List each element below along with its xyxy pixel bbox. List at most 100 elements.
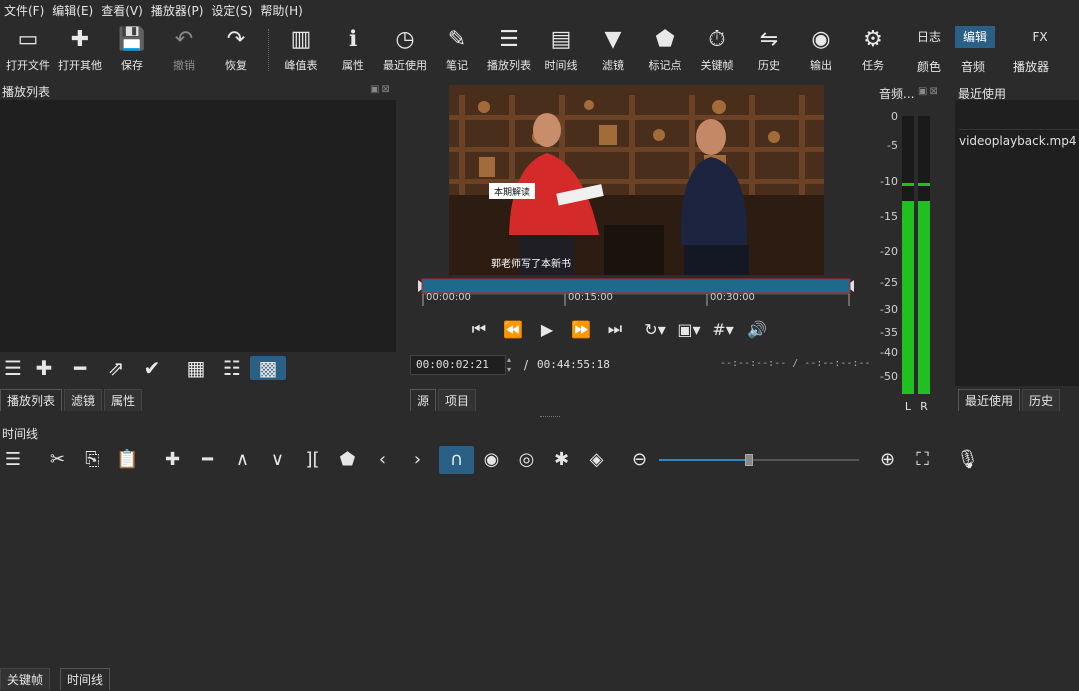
paste-icon[interactable]: 📋: [110, 446, 145, 474]
layout-log-button[interactable]: 日志: [907, 26, 951, 48]
video-subtitle: 郭老师写了本新书: [491, 257, 571, 270]
layout-player-button[interactable]: 播放器: [1001, 56, 1061, 78]
toolbar-button-peak-meter[interactable]: ▥ 峰值表: [275, 22, 327, 78]
append-icon[interactable]: ✚: [155, 446, 190, 474]
layout-edit-button[interactable]: 编辑: [955, 26, 995, 48]
export-icon: ◉: [811, 27, 831, 52]
layout-color-button[interactable]: 颜色: [907, 56, 951, 78]
tab-recent[interactable]: 最近使用: [958, 389, 1021, 411]
snap-icon[interactable]: ∩: [439, 446, 474, 474]
menu-item-0[interactable]: 文件(F): [0, 0, 48, 22]
splitter-handle[interactable]: [540, 416, 560, 419]
toolbar-label: 最近使用: [383, 59, 427, 72]
playlist-dock-buttons[interactable]: ▣⊠: [370, 84, 392, 95]
skip-previous-icon[interactable]: ⏮: [462, 319, 496, 339]
grid-icon[interactable]: #▾: [706, 320, 740, 339]
zoom-slider[interactable]: [657, 446, 862, 474]
toolbar-button-jobs[interactable]: ⚙ 任务: [847, 22, 899, 78]
toolbar-button-marker[interactable]: ⬟ 标记点: [639, 22, 691, 78]
marker-add-icon[interactable]: ⬟: [330, 446, 365, 474]
toolbar-button-filter[interactable]: ▼ 滤镜: [587, 22, 639, 78]
video-preview[interactable]: 本期解读 郭老师写了本新书: [449, 85, 824, 275]
toolbar-label: 笔记: [446, 59, 468, 72]
layout-audio-button[interactable]: 音频: [951, 56, 995, 78]
tab-keyframes[interactable]: 关键帧: [0, 668, 51, 690]
ripple-delete-icon[interactable]: ━: [190, 446, 225, 474]
timeline-menu-icon[interactable]: ☰: [0, 446, 26, 474]
toolbar-button-properties[interactable]: ℹ 属性: [327, 22, 379, 78]
rewind-icon[interactable]: ⏪: [496, 320, 530, 339]
toolbar-button-redo[interactable]: ↷ 恢复: [210, 22, 262, 78]
audio-dock-buttons[interactable]: ▣⊠: [918, 86, 940, 97]
zoom-out-icon[interactable]: ⊖: [622, 446, 657, 474]
icon-view-icon[interactable]: ▩: [250, 356, 286, 380]
toolbar-button-save[interactable]: 💾 保存: [106, 22, 158, 78]
skip-next-icon[interactable]: ⏭: [598, 319, 632, 339]
recent-list[interactable]: videoplayback.mp4: [955, 100, 1079, 386]
update-icon[interactable]: ⇗: [98, 356, 134, 380]
ripple-icon[interactable]: ◎: [509, 446, 544, 474]
toolbar-label: 滤镜: [602, 59, 624, 72]
open-other-icon: ✚: [70, 27, 90, 52]
add-icon[interactable]: ✚: [26, 356, 62, 380]
toolbar-button-playlist[interactable]: ☰ 播放列表: [483, 22, 535, 78]
copy-icon[interactable]: ⎘: [75, 446, 110, 474]
zoom-in-icon[interactable]: ⊕: [870, 446, 905, 474]
list-view-icon[interactable]: ☷: [214, 356, 250, 380]
play-icon[interactable]: ▶: [530, 320, 564, 339]
fast-forward-icon[interactable]: ⏩: [564, 320, 598, 339]
scrub-drag-icon[interactable]: ◉: [474, 446, 509, 474]
toolbar-button-history[interactable]: ⇋ 历史: [743, 22, 795, 78]
tab-source[interactable]: 源: [410, 389, 437, 411]
recent-search[interactable]: [959, 112, 1079, 130]
tab-timeline[interactable]: 时间线: [60, 668, 111, 690]
tab-playlist[interactable]: 播放列表: [0, 389, 63, 411]
time-spinner[interactable]: ▴ ▾: [507, 355, 517, 375]
layout-fx-button[interactable]: FX: [1015, 26, 1065, 48]
ripple-markers-icon[interactable]: ◈: [579, 446, 614, 474]
menu-icon[interactable]: ☰: [0, 356, 26, 380]
current-time-field[interactable]: 00:00:02:21: [410, 355, 506, 375]
volume-icon[interactable]: 🔊: [740, 320, 774, 339]
toolbar-button-timeline[interactable]: ▤ 时间线: [535, 22, 587, 78]
toolbar-button-undo[interactable]: ↶ 撤销: [158, 22, 210, 78]
menu-item-4[interactable]: 设定(S): [207, 0, 256, 22]
overwrite-icon[interactable]: ∨: [260, 446, 295, 474]
menu-item-3[interactable]: 播放器(P): [147, 0, 208, 22]
toolbar-button-recent[interactable]: ◷ 最近使用: [379, 22, 431, 78]
record-audio-icon[interactable]: 🎙: [950, 446, 985, 474]
scrubber[interactable]: 00:00:00 00:15:00 00:30:00: [418, 278, 854, 308]
toolbar-button-notes[interactable]: ✎ 笔记: [431, 22, 483, 78]
zoom-slider-handle[interactable]: [745, 454, 753, 466]
check-icon[interactable]: ✔: [134, 356, 170, 380]
timeline-tracks[interactable]: [0, 474, 1079, 668]
playlist-view[interactable]: [0, 100, 396, 352]
tab-properties[interactable]: 属性: [104, 389, 143, 411]
ripple-all-icon[interactable]: ✱: [544, 446, 579, 474]
tab-filters[interactable]: 滤镜: [64, 389, 103, 411]
tab-history[interactable]: 历史: [1022, 389, 1061, 411]
tab-project[interactable]: 项目: [438, 389, 477, 411]
details-view-icon[interactable]: ▦: [178, 356, 214, 380]
menu-item-1[interactable]: 编辑(E): [48, 0, 97, 22]
zoom-icon[interactable]: ▣▾: [672, 320, 706, 339]
next-marker-icon[interactable]: ›: [400, 446, 435, 474]
toolbar-button-open-other[interactable]: ✚ 打开其他: [54, 22, 106, 78]
toolbar-button-keyframe[interactable]: ⏱ 关键帧: [691, 22, 743, 78]
prev-marker-icon[interactable]: ‹: [365, 446, 400, 474]
duration-label: 00:44:55:18: [537, 358, 610, 371]
split-icon[interactable]: ][: [295, 446, 330, 474]
menu-item-5[interactable]: 帮助(H): [256, 0, 306, 22]
remove-icon[interactable]: ━: [62, 356, 98, 380]
recent-item[interactable]: videoplayback.mp4: [955, 130, 1079, 152]
toolbar-button-export[interactable]: ◉ 输出: [795, 22, 847, 78]
zoom-fit-icon[interactable]: ⛶: [905, 446, 940, 474]
toolbar-button-open-file[interactable]: ▭ 打开文件: [2, 22, 54, 78]
toolbar-label: 输出: [810, 59, 832, 72]
loop-icon[interactable]: ↻▾: [638, 320, 672, 339]
menu-item-2[interactable]: 查看(V): [97, 0, 147, 22]
cut-icon[interactable]: ✂: [40, 446, 75, 474]
playlist-icon: ☰: [499, 27, 519, 52]
layout-switcher: 日志 编辑 FX 颜色 音频 播放器: [907, 26, 1077, 78]
lift-icon[interactable]: ∧: [225, 446, 260, 474]
